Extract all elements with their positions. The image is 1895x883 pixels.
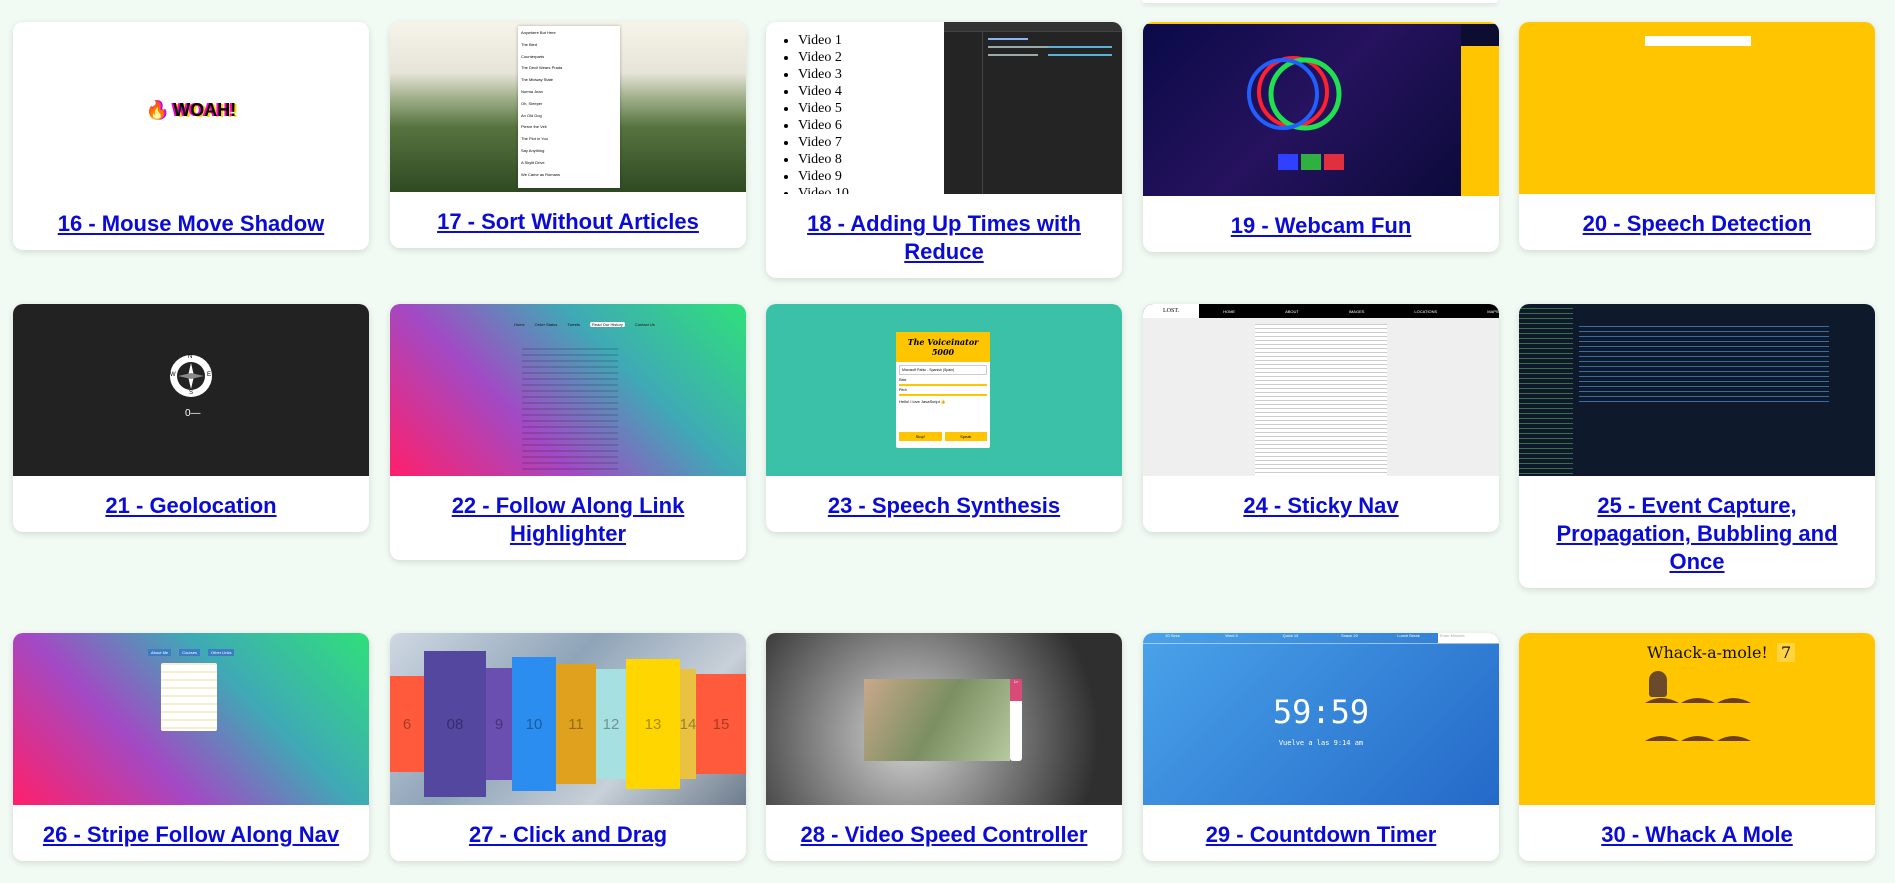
project-link-26[interactable]: 26 - Stripe Follow Along Nav [13, 805, 369, 861]
previous-row-card-edge [1142, 0, 1498, 3]
compass-south: S [189, 390, 194, 396]
stripe-nav: About Me Courses Other Links [148, 649, 235, 656]
project-card-22[interactable]: Home Order Status Tweets Read Our History C… [390, 304, 746, 560]
compass-west: W [170, 372, 176, 378]
thumbnail-17: Anywhere But Here The Bled Counterparts Th… [390, 22, 746, 192]
speak-button[interactable]: Speak [944, 432, 987, 441]
rate-label: Rate [899, 378, 907, 382]
voiceinator: The Voiceinator 5000 Microsoft Pablo - S… [896, 332, 990, 448]
video-list: Video 1Video 2Video 3 Video 4Video 5Vide… [766, 32, 849, 194]
project-card-21[interactable]: N E S W 0— 21 - Geolocation [13, 304, 369, 532]
project-link-28[interactable]: 28 - Video Speed Controller [766, 805, 1122, 861]
thumbnail-26: About Me Courses Other Links [13, 633, 369, 805]
thumbnail-23: The Voiceinator 5000 Microsoft Pablo - S… [766, 304, 1122, 476]
pitch-label: Pitch [899, 388, 907, 392]
compass-north: N [188, 354, 193, 360]
timer-controls: 20 Secs Work 5 Quick 15 Snack 20 Lunch B… [1143, 633, 1499, 644]
stop-button[interactable]: Stop! [899, 432, 942, 441]
nav-logo: LOST. [1143, 304, 1200, 318]
speed-readout: 0— [185, 408, 201, 419]
project-card-17[interactable]: Anywhere But Here The Bled Counterparts Th… [390, 22, 746, 248]
project-card-27[interactable]: 6 08 9 10 11 12 13 14 15 27 - Click and … [390, 633, 746, 861]
dropdown-panel [161, 663, 217, 731]
thumbnail-29: 20 Secs Work 5 Quick 15 Snack 20 Lunch B… [1143, 633, 1499, 805]
thumbnail-21: N E S W 0— [13, 304, 369, 476]
project-card-16[interactable]: 🔥 WOAH! 16 - Mouse Move Shadow [13, 22, 369, 250]
thumbnail-30: Whack-a-mole! 7 [1519, 633, 1875, 805]
thumbnail-22: Home Order Status Tweets Read Our History C… [390, 304, 746, 476]
project-card-28[interactable]: 1× 28 - Video Speed Controller [766, 633, 1122, 861]
project-link-16[interactable]: 16 - Mouse Move Shadow [13, 194, 369, 250]
time-display: 59:59 [1272, 693, 1370, 731]
devtools-panel [944, 22, 1122, 194]
project-card-20[interactable]: 20 - Speech Detection [1519, 22, 1875, 250]
text-lines [522, 348, 618, 472]
thumbnail-28: 1× [766, 633, 1122, 805]
speech-text: Hello! I love JavaScript 👍 [899, 399, 946, 404]
project-card-18[interactable]: Video 1Video 2Video 3 Video 4Video 5Vide… [766, 22, 1122, 278]
project-link-29[interactable]: 29 - Countdown Timer [1143, 805, 1499, 861]
project-link-18[interactable]: 18 - Adding Up Times with Reduce [766, 194, 1122, 278]
project-card-26[interactable]: About Me Courses Other Links 26 - Stripe… [13, 633, 369, 861]
thumbnail-16: 🔥 WOAH! [13, 22, 369, 194]
thumbnail-27: 6 08 9 10 11 12 13 14 15 [390, 633, 746, 805]
thumbnail-19 [1143, 22, 1499, 196]
project-card-23[interactable]: The Voiceinator 5000 Microsoft Pablo - S… [766, 304, 1122, 532]
thumbnail-20 [1519, 22, 1875, 194]
compass-east: E [207, 372, 212, 378]
speed-bar[interactable]: 1× [1010, 679, 1022, 761]
project-link-22[interactable]: 22 - Follow Along Link Highlighter [390, 476, 746, 560]
project-link-25[interactable]: 25 - Event Capture, Propagation, Bubblin… [1519, 476, 1875, 588]
thumbnail-24: LOST. HOME ABOUT IMAGES LOCATIONS MAPS [1143, 304, 1499, 476]
band-list: Anywhere But Here The Bled Counterparts Th… [518, 26, 620, 188]
speech-paper [1645, 36, 1751, 46]
drag-panels: 6 08 9 10 11 12 13 14 15 [390, 651, 746, 797]
project-link-21[interactable]: 21 - Geolocation [13, 476, 369, 532]
video-player [864, 679, 1010, 761]
project-link-17[interactable]: 17 - Sort Without Articles [390, 192, 746, 248]
speed-fill: 1× [1010, 679, 1022, 701]
voiceinator-heading: The Voiceinator 5000 [896, 332, 990, 362]
project-card-25[interactable]: 25 - Event Capture, Propagation, Bubblin… [1519, 304, 1875, 588]
project-link-20[interactable]: 20 - Speech Detection [1519, 194, 1875, 250]
editor-code [1579, 326, 1829, 406]
project-card-30[interactable]: Whack-a-mole! 7 30 - Whack A Mole [1519, 633, 1875, 861]
project-link-24[interactable]: 24 - Sticky Nav [1143, 476, 1499, 532]
project-card-19[interactable]: 19 - Webcam Fun [1143, 22, 1499, 252]
webcam-rgb-effect [1247, 24, 1499, 170]
editor-sidebar [1519, 308, 1573, 476]
fire-icon: 🔥 [145, 100, 169, 120]
project-link-23[interactable]: 23 - Speech Synthesis [766, 476, 1122, 532]
thumbnail-18: Video 1Video 2Video 3 Video 4Video 5Vide… [766, 22, 1122, 194]
dirt-holes [1645, 698, 1751, 741]
sticky-nav-bar: LOST. HOME ABOUT IMAGES LOCATIONS MAPS [1143, 304, 1499, 318]
end-time: Vuelve a las 9:14 am [1278, 739, 1364, 747]
woah-text: 🔥 WOAH! [145, 100, 237, 120]
voice-select: Microsoft Pablo - Spanish (Spain) [899, 365, 987, 375]
project-link-27[interactable]: 27 - Click and Drag [390, 805, 746, 861]
project-card-29[interactable]: 20 Secs Work 5 Quick 15 Snack 20 Lunch B… [1143, 633, 1499, 861]
article-text [1255, 324, 1387, 476]
link-nav: Home Order Status Tweets Read Our History C… [514, 322, 655, 327]
thumbnail-25 [1519, 304, 1875, 476]
project-link-19[interactable]: 19 - Webcam Fun [1143, 196, 1499, 252]
project-card-24[interactable]: LOST. HOME ABOUT IMAGES LOCATIONS MAPS 2… [1143, 304, 1499, 532]
project-link-30[interactable]: 30 - Whack A Mole [1519, 805, 1875, 861]
